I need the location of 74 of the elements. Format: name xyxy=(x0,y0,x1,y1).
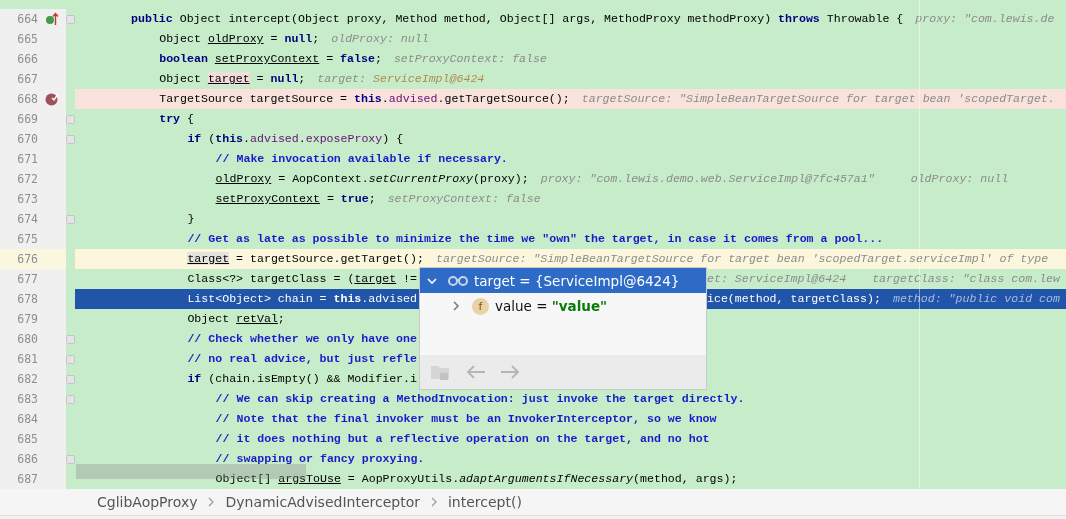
line-number: 684 xyxy=(16,411,38,428)
code-line: boolean setProxyContext = false; xyxy=(159,51,382,67)
line-number: 675 xyxy=(16,231,38,248)
inline-hint: proxy: "com.lewis.demo.web.ServiceImpl@7fc457a1" xyxy=(540,171,875,187)
inline-hint: target: ServiceImpl@6424 xyxy=(317,71,485,87)
inline-hint: targetSource: "SimpleBeanTargetSource for target bean 'scopedTarget. xyxy=(581,91,1055,107)
code-line: // Make invocation available if necessary. xyxy=(215,151,508,167)
code-line: // no real advice, but just refle xyxy=(187,351,417,367)
breadcrumb-item[interactable]: CglibAopProxy xyxy=(97,494,198,510)
line-number: 668 xyxy=(16,91,38,108)
code-line: try { xyxy=(159,111,194,127)
field-badge: f xyxy=(472,297,489,315)
code-line: Object oldProxy = null; xyxy=(159,31,320,47)
code-line: TargetSource targetSource = this.advised.getTargetSource(); xyxy=(159,91,570,107)
code-line: // Check whether we only have one xyxy=(187,331,417,347)
inline-hint: oldProxy: null xyxy=(910,171,1009,187)
breadcrumb-item[interactable]: DynamicAdvisedInterceptor xyxy=(225,494,420,510)
inline-hint: proxy: "com.lewis.de xyxy=(915,11,1055,27)
folder-icon xyxy=(430,363,452,381)
line-number: 672 xyxy=(16,171,38,188)
chevron-icon xyxy=(429,497,438,507)
line-number: 686 xyxy=(16,451,38,468)
code-line: target = targetSource.getTarget(); xyxy=(187,251,424,267)
inline-hint: setProxyContext: false xyxy=(393,51,547,67)
line-number: 679 xyxy=(16,311,38,328)
code-line: // swapping or fancy proxying. xyxy=(215,451,425,467)
code-line: if (chain.isEmpty() && Modifier.i xyxy=(187,371,417,387)
code-line: ice(method, targetClass); xyxy=(707,291,881,307)
inline-hint: targetClass: "class com.lew xyxy=(872,271,1060,287)
code-line: } xyxy=(187,211,195,227)
code-line: // it does nothing but a reflective operation on the target, and no hot xyxy=(215,431,710,447)
inline-hint: et: ServiceImpl@6424 xyxy=(707,271,847,287)
line-number: 678 xyxy=(16,291,38,308)
line-number: 680 xyxy=(16,331,38,348)
variable-title: target = {ServiceImpl@6424} xyxy=(474,272,680,289)
code-line: setProxyContext = true; xyxy=(215,191,376,207)
tree-row[interactable]: target = {ServiceImpl@6424} xyxy=(420,268,706,293)
line-number: 669 xyxy=(16,111,38,128)
code-line: Object target = null; xyxy=(159,71,306,87)
line-number: 687 xyxy=(16,471,38,488)
line-number: 673 xyxy=(16,191,38,208)
code-line: if (this.advised.exposeProxy) { xyxy=(187,131,404,147)
chevron-icon xyxy=(207,497,216,507)
back-arrow-icon xyxy=(466,365,486,379)
line-number: 666 xyxy=(16,51,38,68)
line-number: 664 xyxy=(16,11,38,28)
line-number: 683 xyxy=(16,391,38,408)
forward-arrow-icon xyxy=(500,365,520,379)
line-number: 682 xyxy=(16,371,38,388)
glasses-icon xyxy=(448,274,468,287)
line-number: 685 xyxy=(16,431,38,448)
line-number: 665 xyxy=(16,31,38,48)
breadcrumb-item[interactable]: intercept() xyxy=(447,494,522,510)
code-line: public Object intercept(Object proxy, Method method, Object[] args, MethodProxy methodProxy) throws Throwable { xyxy=(131,11,904,27)
code-line: // Note that the final invoker must be an InvokerInterceptor, so we know xyxy=(215,411,717,427)
code-line: // We can skip creating a MethodInvocation: just invoke the target directly. xyxy=(215,391,745,407)
inline-hint: targetSource: "SimpleBeanTargetSource for target bean 'scopedTarget.serviceImpl' of type xyxy=(435,251,1049,267)
line-number: 674 xyxy=(16,211,38,228)
code-line: Object retVal; xyxy=(187,311,285,327)
inline-hint: oldProxy: null xyxy=(331,31,429,47)
line-number: 667 xyxy=(16,71,38,88)
inline-hint: setProxyContext: false xyxy=(387,191,541,207)
line-number: 681 xyxy=(16,351,38,368)
variable-value: value = "value" xyxy=(495,298,608,314)
code-line: Class<?> targetClass = (target != xyxy=(187,271,417,287)
line-number: 676 xyxy=(16,251,38,268)
code-line: oldProxy = AopContext.setCurrentProxy(proxy); xyxy=(215,171,529,187)
line-number: 670 xyxy=(16,131,38,148)
code-line: List<Object> chain = this.advised xyxy=(187,291,417,307)
code-line: Object[] argsToUse = AopProxyUtils.adaptArgumentsIfNecessary(method, args); xyxy=(215,471,738,487)
tree-row[interactable]: f value = "value" xyxy=(420,293,706,319)
line-number: 677 xyxy=(16,271,38,288)
code-line: // Get as late as possible to minimize the time we "own" the target, in case it comes from a pool... xyxy=(187,231,884,247)
line-number: 671 xyxy=(16,151,38,168)
